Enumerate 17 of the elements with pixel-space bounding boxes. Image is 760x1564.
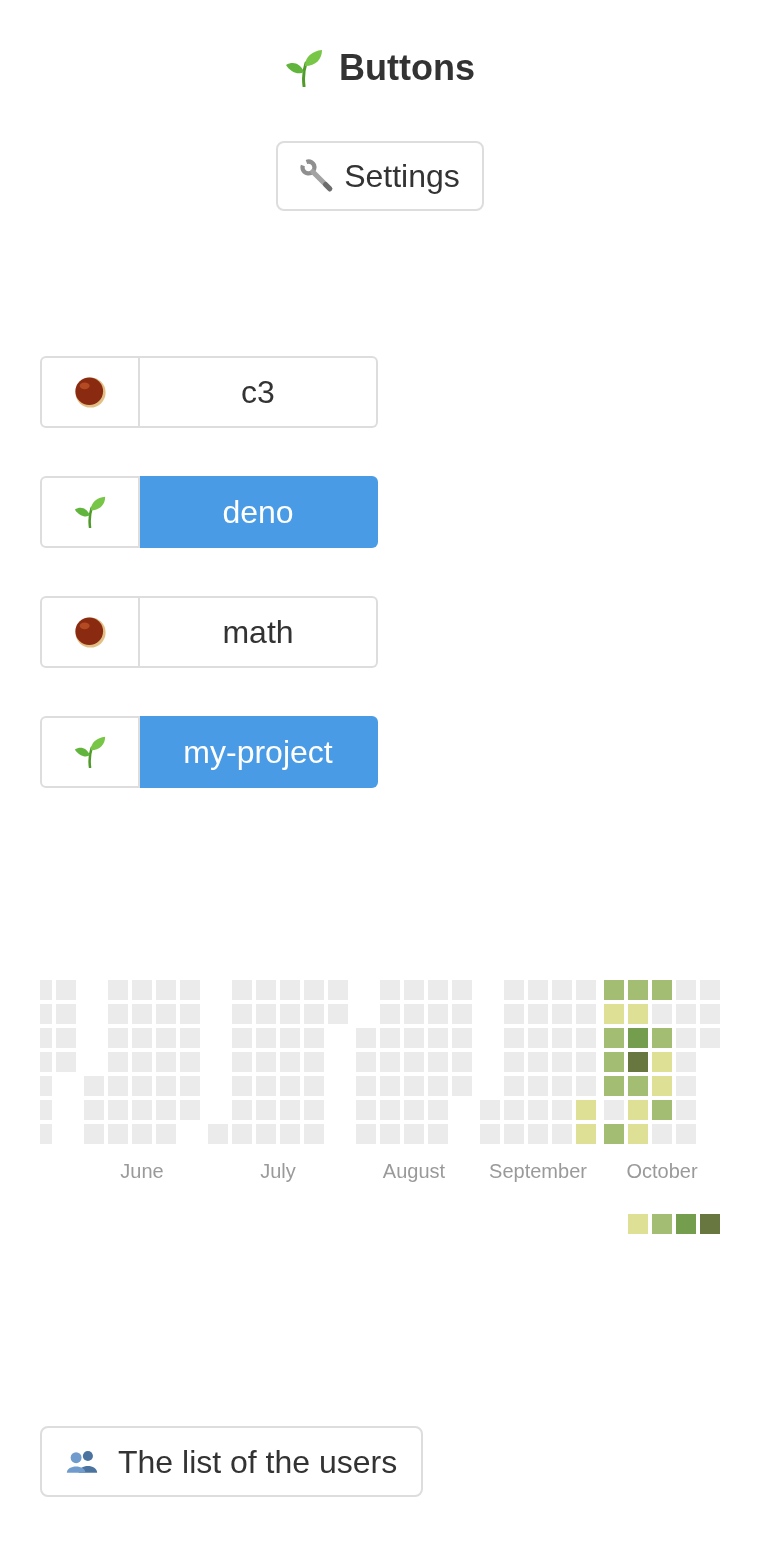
page-title: Buttons	[339, 46, 475, 90]
project-toggle-button[interactable]: c3	[40, 356, 378, 428]
month-label: June	[120, 1159, 164, 1184]
users-list-button[interactable]: The list of the users	[40, 1426, 424, 1497]
month-label: July	[260, 1159, 296, 1184]
chestnut-icon	[74, 616, 106, 648]
month-label: August	[382, 1159, 446, 1184]
seedling-icon	[285, 49, 323, 87]
project-toggle-button[interactable]: math	[40, 596, 378, 668]
seedling-icon	[74, 736, 106, 768]
month-label: October	[626, 1159, 698, 1184]
settings-button[interactable]: Settings	[276, 141, 484, 211]
wrench-icon	[300, 159, 335, 193]
users-icon	[66, 1450, 98, 1473]
seedling-icon	[74, 496, 106, 528]
chestnut-icon	[74, 376, 106, 408]
month-label: September	[489, 1159, 587, 1184]
